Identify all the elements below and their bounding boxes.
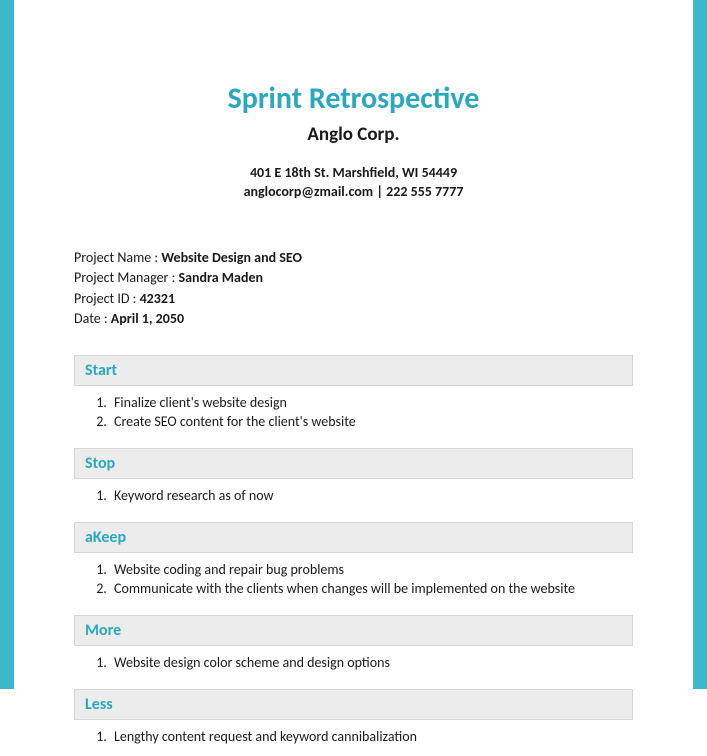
meta-value: Sandra Maden bbox=[179, 269, 264, 286]
retro-sections: Start Finalize client's website design C… bbox=[74, 355, 633, 756]
meta-label: Project ID : bbox=[74, 290, 140, 307]
section-list-stop: Keyword research as of now bbox=[74, 479, 633, 516]
list-item: Lengthy content request and keyword cann… bbox=[110, 728, 633, 747]
company-address: 401 E 18th St. Marshfield, WI 54449 bbox=[74, 164, 633, 181]
section-list-start: Finalize client's website design Create … bbox=[74, 386, 633, 442]
section-heading-stop: Stop bbox=[74, 448, 633, 479]
document-page: Sprint Retrospective Anglo Corp. 401 E 1… bbox=[0, 0, 707, 689]
section-heading-less: Less bbox=[74, 689, 633, 720]
list-item: Website design color scheme and design o… bbox=[110, 654, 633, 673]
meta-value: 42321 bbox=[140, 290, 175, 307]
list-item: Website coding and repair bug problems bbox=[110, 561, 633, 580]
section-list-less: Lengthy content request and keyword cann… bbox=[74, 720, 633, 756]
section-heading-keep: aKeep bbox=[74, 522, 633, 553]
meta-row-project-name: Project Name : Website Design and SEO bbox=[74, 248, 633, 268]
section-list-keep: Website coding and repair bug problems C… bbox=[74, 553, 633, 609]
list-item: Keyword research as of now bbox=[110, 487, 633, 506]
document-header: Sprint Retrospective Anglo Corp. 401 E 1… bbox=[74, 0, 633, 200]
section-heading-more: More bbox=[74, 615, 633, 646]
meta-value: Website Design and SEO bbox=[161, 249, 302, 266]
meta-row-date: Date : April 1, 2050 bbox=[74, 309, 633, 329]
company-contact: anglocorp@zmail.com | 222 555 7777 bbox=[74, 183, 633, 200]
section-list-more: Website design color scheme and design o… bbox=[74, 646, 633, 683]
meta-value: April 1, 2050 bbox=[111, 310, 184, 327]
list-item: Communicate with the clients when change… bbox=[110, 580, 633, 599]
project-meta: Project Name : Website Design and SEO Pr… bbox=[74, 248, 633, 329]
list-item: Finalize client's website design bbox=[110, 394, 633, 413]
company-name: Anglo Corp. bbox=[74, 123, 633, 146]
meta-row-project-manager: Project Manager : Sandra Maden bbox=[74, 268, 633, 288]
meta-label: Project Name : bbox=[74, 249, 161, 266]
meta-label: Date : bbox=[74, 310, 111, 327]
page-title: Sprint Retrospective bbox=[74, 80, 633, 117]
section-heading-start: Start bbox=[74, 355, 633, 386]
meta-label: Project Manager : bbox=[74, 269, 179, 286]
meta-row-project-id: Project ID : 42321 bbox=[74, 289, 633, 309]
list-item: Create SEO content for the client's webs… bbox=[110, 413, 633, 432]
